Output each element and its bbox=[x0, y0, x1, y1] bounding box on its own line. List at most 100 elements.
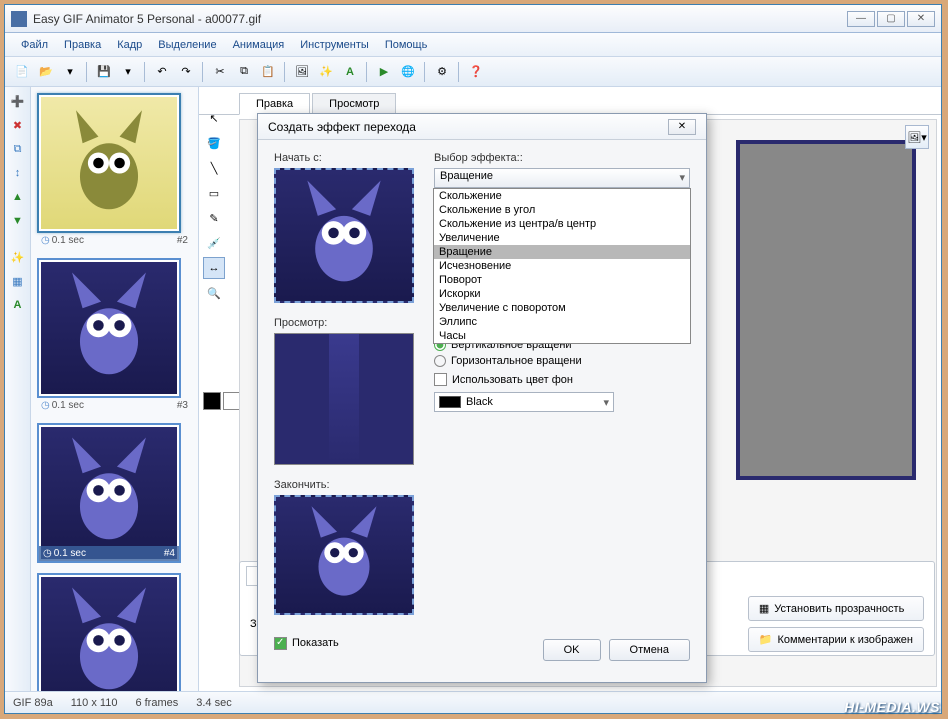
layers-button[interactable]: 🖼▾ bbox=[905, 125, 929, 149]
save-icon[interactable]: 💾 bbox=[93, 61, 115, 83]
help-icon[interactable]: ❓ bbox=[465, 61, 487, 83]
color-swatches bbox=[203, 392, 241, 410]
menu-file[interactable]: Файл bbox=[13, 36, 56, 54]
cut-icon[interactable]: ✂ bbox=[209, 61, 231, 83]
start-image-preview[interactable] bbox=[274, 168, 414, 303]
undo-icon[interactable]: ↶ bbox=[151, 61, 173, 83]
menu-selection[interactable]: Выделение bbox=[150, 36, 224, 54]
cancel-button[interactable]: Отмена bbox=[609, 639, 690, 661]
add-frame-icon[interactable]: ➕ bbox=[8, 91, 28, 111]
frame-toolbar: ➕ ✖ ⧉ ↕ ▲ ▼ ✨ ▦ A bbox=[5, 87, 31, 691]
status-format: GIF 89a bbox=[13, 697, 53, 709]
menu-help[interactable]: Помощь bbox=[377, 36, 436, 54]
main-window: Easy GIF Animator 5 Personal - a00077.gi… bbox=[4, 4, 942, 714]
pencil-tool-icon[interactable]: ✎ bbox=[203, 207, 225, 229]
effect-option[interactable]: Увеличение с поворотом bbox=[434, 301, 690, 315]
effect-option[interactable]: Эллипс bbox=[434, 315, 690, 329]
main-toolbar: 📄 📂 ▾ 💾 ▾ ↶ ↷ ✂ ⧉ 📋 🖼 ✨ A ▶ 🌐 ⚙ ❓ bbox=[5, 57, 941, 87]
titlebar: Easy GIF Animator 5 Personal - a00077.gi… bbox=[5, 5, 941, 33]
color-chip-icon bbox=[439, 396, 461, 408]
transition-effect-dialog: Создать эффект перехода ✕ Начать с: Выбо… bbox=[257, 113, 707, 683]
move-tool-icon[interactable]: ↔ bbox=[203, 257, 225, 279]
effect-option[interactable]: Скольжение в угол bbox=[434, 203, 690, 217]
effect-option[interactable]: Часы bbox=[434, 329, 690, 343]
wand-icon[interactable]: ✨ bbox=[315, 61, 337, 83]
window-title: Easy GIF Animator 5 Personal - a00077.gi… bbox=[33, 12, 847, 26]
move-down-icon[interactable]: ▼ bbox=[8, 211, 28, 231]
text-tool-icon[interactable]: A bbox=[8, 295, 28, 315]
select-all-icon[interactable]: ▦ bbox=[8, 271, 28, 291]
canvas-image bbox=[736, 140, 916, 480]
checkbox-icon bbox=[274, 637, 287, 650]
eyedropper-tool-icon[interactable]: 💉 bbox=[203, 232, 225, 254]
effect-label: Выбор эффекта:: bbox=[434, 152, 690, 164]
paste-icon[interactable]: 📋 bbox=[257, 61, 279, 83]
effect-option[interactable]: Скольжение bbox=[434, 189, 690, 203]
set-transparency-button[interactable]: ▦Установить прозрачность bbox=[748, 596, 924, 621]
menu-frame[interactable]: Кадр bbox=[109, 36, 150, 54]
text-a-icon[interactable]: A bbox=[339, 61, 361, 83]
open-dropdown-icon[interactable]: ▾ bbox=[59, 61, 81, 83]
frames-panel: ◷0.1 sec#2 ◷0.1 sec#3 ◷0.1 sec#4 bbox=[31, 87, 199, 691]
editor-tabs: Правка Просмотр bbox=[199, 87, 941, 115]
menu-tools[interactable]: Инструменты bbox=[292, 36, 377, 54]
menu-edit[interactable]: Правка bbox=[56, 36, 109, 54]
frame-item[interactable]: ◷0.1 sec#4 bbox=[37, 423, 192, 563]
frame-item[interactable]: ◷0.1 sec#3 bbox=[37, 258, 192, 413]
effect-option[interactable]: Поворот bbox=[434, 273, 690, 287]
effect-option[interactable]: Скольжение из центра/в центр bbox=[434, 217, 690, 231]
comments-icon: 📁 bbox=[759, 633, 773, 646]
menu-animation[interactable]: Анимация bbox=[225, 36, 293, 54]
new-icon[interactable]: 📄 bbox=[11, 61, 33, 83]
open-icon[interactable]: 📂 bbox=[35, 61, 57, 83]
fill-tool-icon[interactable]: 🪣 bbox=[203, 132, 225, 154]
image-comments-button[interactable]: 📁Комментарии к изображен bbox=[748, 627, 924, 652]
copy-icon[interactable]: ⧉ bbox=[233, 61, 255, 83]
show-checkbox[interactable]: Показать bbox=[274, 637, 339, 650]
redo-icon[interactable]: ↷ bbox=[175, 61, 197, 83]
effect-icon[interactable]: ✨ bbox=[8, 247, 28, 267]
rect-tool-icon[interactable]: ▭ bbox=[203, 182, 225, 204]
use-bg-color-checkbox[interactable]: Использовать цвет фон bbox=[434, 373, 690, 386]
start-label: Начать с: bbox=[274, 152, 414, 164]
play-icon[interactable]: ▶ bbox=[373, 61, 395, 83]
effect-combo[interactable]: Вращение bbox=[434, 168, 690, 188]
foreground-swatch[interactable] bbox=[203, 392, 221, 410]
dialog-close-button[interactable]: ✕ bbox=[668, 119, 696, 135]
maximize-button[interactable]: ▢ bbox=[877, 11, 905, 27]
copy-frame-icon[interactable]: ⧉ bbox=[8, 139, 28, 159]
effect-option[interactable]: Вращение bbox=[434, 245, 690, 259]
minimize-button[interactable]: — bbox=[847, 11, 875, 27]
globe-icon[interactable]: 🌐 bbox=[397, 61, 419, 83]
tab-edit[interactable]: Правка bbox=[239, 93, 310, 115]
tab-preview[interactable]: Просмотр bbox=[312, 93, 396, 115]
effect-option[interactable]: Увеличение bbox=[434, 231, 690, 245]
frame-item[interactable]: ◷0.1 sec#2 bbox=[37, 93, 192, 248]
end-image-preview[interactable] bbox=[274, 495, 414, 615]
statusbar: GIF 89a 110 x 110 6 frames 3.4 sec bbox=[5, 691, 941, 713]
menubar: Файл Правка Кадр Выделение Анимация Инст… bbox=[5, 33, 941, 57]
dialog-title: Создать эффект перехода bbox=[268, 120, 668, 134]
effect-option[interactable]: Исчезновение bbox=[434, 259, 690, 273]
image-icon[interactable]: 🖼 bbox=[291, 61, 313, 83]
frame-item[interactable] bbox=[37, 573, 192, 691]
zoom-tool-icon[interactable]: 🔍 bbox=[203, 282, 225, 304]
close-button[interactable]: ✕ bbox=[907, 11, 935, 27]
move-frame-icon[interactable]: ↕ bbox=[8, 163, 28, 183]
pointer-tool-icon[interactable]: ↖ bbox=[203, 107, 225, 129]
ok-button[interactable]: OK bbox=[543, 639, 601, 661]
preview-label: Просмотр: bbox=[274, 317, 414, 329]
move-up-icon[interactable]: ▲ bbox=[8, 187, 28, 207]
app-icon bbox=[11, 11, 27, 27]
effect-option[interactable]: Искорки bbox=[434, 287, 690, 301]
checkbox-icon bbox=[434, 373, 447, 386]
horizontal-rotation-radio[interactable]: Горизонтальное вращени bbox=[434, 355, 690, 367]
save-dropdown-icon[interactable]: ▾ bbox=[117, 61, 139, 83]
bg-color-combo[interactable]: Black bbox=[434, 392, 614, 412]
options-icon[interactable]: ⚙ bbox=[431, 61, 453, 83]
status-frames: 6 frames bbox=[135, 697, 178, 709]
remove-frame-icon[interactable]: ✖ bbox=[8, 115, 28, 135]
line-tool-icon[interactable]: ╲ bbox=[203, 157, 225, 179]
drawing-tools: ↖ 🪣 ╲ ▭ ✎ 💉 ↔ 🔍 bbox=[203, 107, 229, 304]
status-duration: 3.4 sec bbox=[196, 697, 231, 709]
